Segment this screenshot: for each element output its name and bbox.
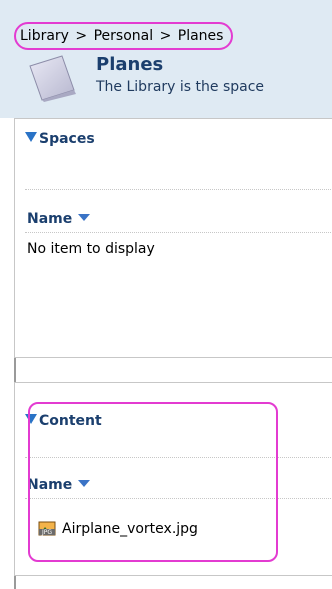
divider: [25, 232, 332, 233]
empty-message: No item to display: [27, 241, 155, 257]
spaces-name-column-header[interactable]: Name: [27, 211, 91, 227]
breadcrumb-library[interactable]: Library: [20, 28, 69, 44]
space-folder-icon: [22, 52, 80, 102]
divider: [25, 189, 332, 190]
jpg-file-icon: JPG: [38, 520, 56, 538]
page-title: Planes: [96, 54, 164, 75]
breadcrumb-separator: >: [159, 28, 172, 44]
spaces-panel-header[interactable]: Spaces: [25, 131, 95, 147]
breadcrumb: Library > Personal > Planes: [14, 22, 234, 50]
spaces-panel-title: Spaces: [39, 131, 95, 147]
svg-text:JPG: JPG: [41, 529, 52, 536]
content-panel: Content Name: [14, 382, 332, 576]
content-panel-header[interactable]: Content: [25, 413, 102, 429]
sort-chevron-down-icon[interactable]: [78, 214, 91, 221]
collapse-triangle-icon[interactable]: [25, 132, 37, 142]
collapse-triangle-icon[interactable]: [25, 414, 37, 424]
content-name-column-header[interactable]: Name: [27, 477, 91, 493]
spaces-panel: Spaces Name No item to display: [14, 118, 332, 358]
divider: [25, 457, 332, 458]
file-name-link[interactable]: Airplane_vortex.jpg: [62, 521, 198, 537]
breadcrumb-personal[interactable]: Personal: [94, 28, 154, 44]
content-panel-title: Content: [39, 413, 102, 429]
list-item[interactable]: JPG Airplane_vortex.jpg: [38, 519, 198, 539]
sort-chevron-down-icon[interactable]: [78, 480, 91, 487]
space-description: The Library is the space: [96, 79, 265, 95]
column-label: Name: [27, 211, 73, 227]
divider: [25, 498, 332, 499]
breadcrumb-planes[interactable]: Planes: [178, 28, 224, 44]
breadcrumb-separator: >: [75, 28, 88, 44]
column-label: Name: [27, 477, 73, 493]
